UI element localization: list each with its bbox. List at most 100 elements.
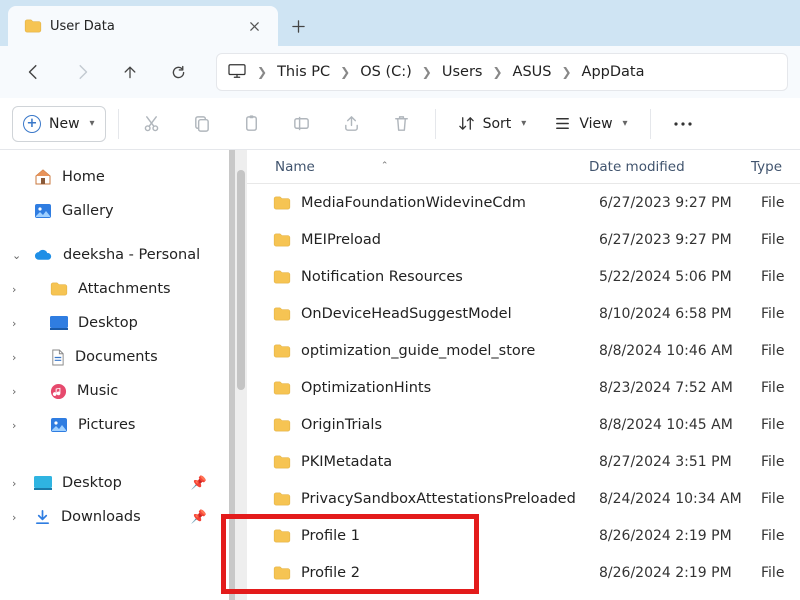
home-icon [34,168,52,186]
chevron-right-icon[interactable]: › [12,477,26,490]
window-tab[interactable]: User Data [8,6,278,46]
view-button[interactable]: View ▾ [544,106,637,142]
breadcrumb-asus[interactable]: ASUS [507,60,558,84]
address-bar[interactable]: ❯ This PC ❯ OS (C:) ❯ Users ❯ ASUS ❯ App… [216,53,788,91]
file-name: PKIMetadata [301,454,599,470]
chevron-right-icon[interactable]: ❯ [559,65,573,79]
sidebar-item-label: Desktop [78,315,138,331]
folder-icon [271,233,293,247]
attachments-icon [50,282,68,296]
chevron-right-icon[interactable]: ❯ [420,65,434,79]
sidebar: Home Gallery ⌄ deeksha - Personal ›Attac… [0,150,235,600]
music-icon [50,383,67,400]
sidebar-item-gallery[interactable]: Gallery [6,194,225,228]
forward-button[interactable] [60,52,104,92]
file-row[interactable]: Notification Resources5/22/2024 5:06 PMF… [257,258,800,295]
file-row[interactable]: PKIMetadata8/27/2024 3:51 PMFile [257,443,800,480]
file-row[interactable]: optimization_guide_model_store8/8/2024 1… [257,332,800,369]
file-row[interactable]: PrivacySandboxAttestationsPreloaded8/24/… [257,480,800,517]
file-date: 8/8/2024 10:45 AM [599,417,761,433]
folder-icon [271,307,293,321]
chevron-right-icon[interactable]: › [12,511,26,524]
column-name-label: Name [275,159,315,175]
breadcrumb-drive[interactable]: OS (C:) [354,60,418,84]
file-row[interactable]: Profile 18/26/2024 2:19 PMFile [257,517,800,554]
chevron-right-icon[interactable]: ❯ [490,65,504,79]
downloads-icon [34,509,51,526]
file-row[interactable]: OriginTrials8/8/2024 10:45 AMFile [257,406,800,443]
sidebar-quick-desktop[interactable]: ›Desktop📌 [6,466,225,500]
file-type: File [761,306,800,322]
chevron-down-icon: ▾ [90,118,95,129]
sidebar-item-home[interactable]: Home [6,160,225,194]
new-tab-button[interactable] [278,6,318,46]
sidebar-item-desktop[interactable]: › Desktop [6,306,225,340]
file-rows: MediaFoundationWidevineCdm6/27/2023 9:27… [235,184,800,591]
file-type: File [761,343,800,359]
file-name: OnDeviceHeadSuggestModel [301,306,599,322]
file-date: 6/27/2023 9:27 PM [599,195,761,211]
sidebar-item-label: Pictures [78,417,135,433]
scrollbar[interactable] [235,150,247,600]
folder-icon [271,344,293,358]
ellipsis-icon [673,121,693,127]
file-row[interactable]: MediaFoundationWidevineCdm6/27/2023 9:27… [257,184,800,221]
file-type: File [761,454,800,470]
column-name[interactable]: Name ⌃ [275,159,589,175]
chevron-right-icon[interactable]: › [12,419,26,432]
sidebar-quick-downloads[interactable]: ›Downloads📌 [6,500,225,534]
sidebar-item-documents[interactable]: ›Documents [6,340,225,374]
column-type[interactable]: Type [751,159,800,175]
file-row[interactable]: Profile 28/26/2024 2:19 PMFile [257,554,800,591]
sidebar-item-pictures[interactable]: › Pictures [6,408,225,442]
back-button[interactable] [12,52,56,92]
close-tab-icon[interactable] [246,18,262,34]
chevron-right-icon[interactable]: ❯ [255,65,269,79]
folder-icon [271,455,293,469]
sort-button[interactable]: Sort ▾ [448,106,537,142]
chevron-right-icon[interactable]: ❯ [338,65,352,79]
column-date[interactable]: Date modified [589,159,751,175]
share-button[interactable] [331,106,373,142]
rename-button[interactable] [281,106,323,142]
sidebar-item-onedrive[interactable]: ⌄ deeksha - Personal [6,238,225,272]
file-type: File [761,491,800,507]
breadcrumb-appdata[interactable]: AppData [576,60,651,84]
chevron-down-icon[interactable]: ⌄ [12,249,26,262]
scrollbar-thumb[interactable] [237,170,245,390]
new-label: New [49,116,80,132]
cut-button[interactable] [131,106,173,142]
chevron-right-icon[interactable]: › [12,351,26,364]
sort-indicator-icon: ⌃ [381,161,389,171]
file-row[interactable]: OptimizationHints8/23/2024 7:52 AMFile [257,369,800,406]
file-name: PrivacySandboxAttestationsPreloaded [301,491,599,507]
sidebar-item-attachments[interactable]: ›Attachments [6,272,225,306]
titlebar: User Data [0,0,800,46]
documents-icon [50,349,65,366]
file-type: File [761,417,800,433]
file-name: Profile 2 [301,565,599,581]
file-date: 8/24/2024 10:34 AM [599,491,761,507]
delete-button[interactable] [381,106,423,142]
folder-icon [271,529,293,543]
sidebar-gallery-label: Gallery [62,203,114,219]
new-button[interactable]: + New ▾ [12,106,106,142]
file-name: optimization_guide_model_store [301,343,599,359]
paste-button[interactable] [231,106,273,142]
chevron-right-icon[interactable]: › [12,317,26,330]
breadcrumb-this-pc[interactable]: This PC [271,60,336,84]
breadcrumb-users[interactable]: Users [436,60,489,84]
file-name: OriginTrials [301,417,599,433]
refresh-button[interactable] [156,52,200,92]
sidebar-home-label: Home [62,169,105,185]
copy-button[interactable] [181,106,223,142]
up-button[interactable] [108,52,152,92]
more-button[interactable] [663,106,703,142]
file-row[interactable]: OnDeviceHeadSuggestModel8/10/2024 6:58 P… [257,295,800,332]
file-row[interactable]: MEIPreload6/27/2023 9:27 PMFile [257,221,800,258]
sidebar-item-music[interactable]: ›Music [6,374,225,408]
file-name: OptimizationHints [301,380,599,396]
chevron-right-icon[interactable]: › [12,283,26,296]
chevron-right-icon[interactable]: › [12,385,26,398]
file-date: 8/10/2024 6:58 PM [599,306,761,322]
